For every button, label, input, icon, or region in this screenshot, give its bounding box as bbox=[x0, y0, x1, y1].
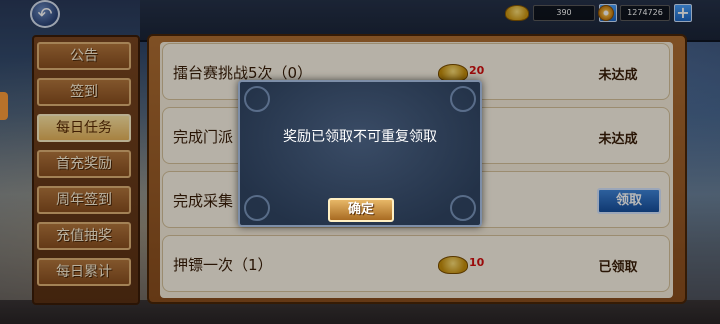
cloud-ornament-icon bbox=[450, 195, 476, 221]
confirm-button[interactable]: 确定 bbox=[328, 198, 394, 222]
alert-dialog: 奖励已领取不可重复领取 确定 bbox=[238, 80, 482, 227]
dialog-message: 奖励已领取不可重复领取 bbox=[283, 129, 437, 145]
cloud-ornament-icon bbox=[244, 195, 270, 221]
cloud-ornament-icon bbox=[450, 86, 476, 112]
cloud-ornament-icon bbox=[244, 86, 270, 112]
